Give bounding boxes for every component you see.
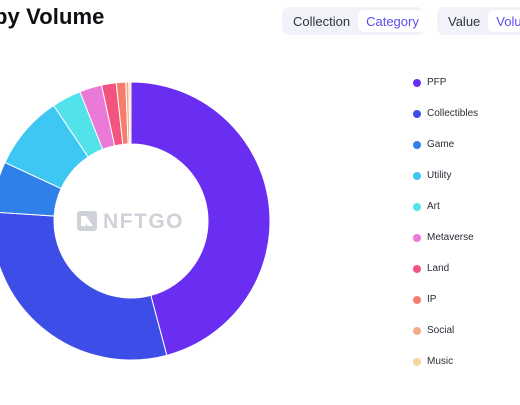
legend-swatch [413,140,421,149]
legend-label: Music [427,356,454,367]
legend-label: Utility [427,170,452,181]
legend-swatch [413,78,421,87]
legend-item-utility[interactable]: Utility [413,160,478,191]
chart-legend: PFP Collectibles Game Utility Art Metaverse La… [413,67,478,377]
legend-item-game[interactable]: Game [413,129,478,160]
legend-swatch [413,171,421,180]
slice-collectibles[interactable] [0,212,168,361]
legend-swatch [413,264,421,273]
nftgo-logo-icon [77,211,97,231]
legend-label: Collectibles [427,108,479,119]
legend-label: Art [427,201,440,212]
legend-swatch [413,109,421,118]
legend-item-ip[interactable]: IP [413,284,478,315]
legend-item-music[interactable]: Music [413,346,478,377]
legend-label: Game [427,139,455,150]
legend-swatch [413,295,421,304]
legend-swatch [413,326,421,335]
legend-swatch [413,202,421,211]
legend-item-pfp[interactable]: PFP [413,67,478,98]
legend-item-social[interactable]: Social [413,315,478,346]
legend-item-land[interactable]: Land [413,253,478,284]
watermark: NFTGO [77,210,184,233]
legend-swatch [413,233,421,242]
legend-label: PFP [427,77,447,88]
watermark-text: NFTGO [103,210,184,233]
legend-item-metaverse[interactable]: Metaverse [413,222,478,253]
legend-label: Metaverse [427,232,474,243]
legend-label: IP [427,294,437,305]
legend-item-art[interactable]: Art [413,191,478,222]
legend-label: Land [427,263,450,274]
slice-music[interactable] [128,81,132,145]
legend-label: Social [427,325,455,336]
legend-item-collectibles[interactable]: Collectibles [413,98,478,129]
legend-swatch [413,357,421,366]
